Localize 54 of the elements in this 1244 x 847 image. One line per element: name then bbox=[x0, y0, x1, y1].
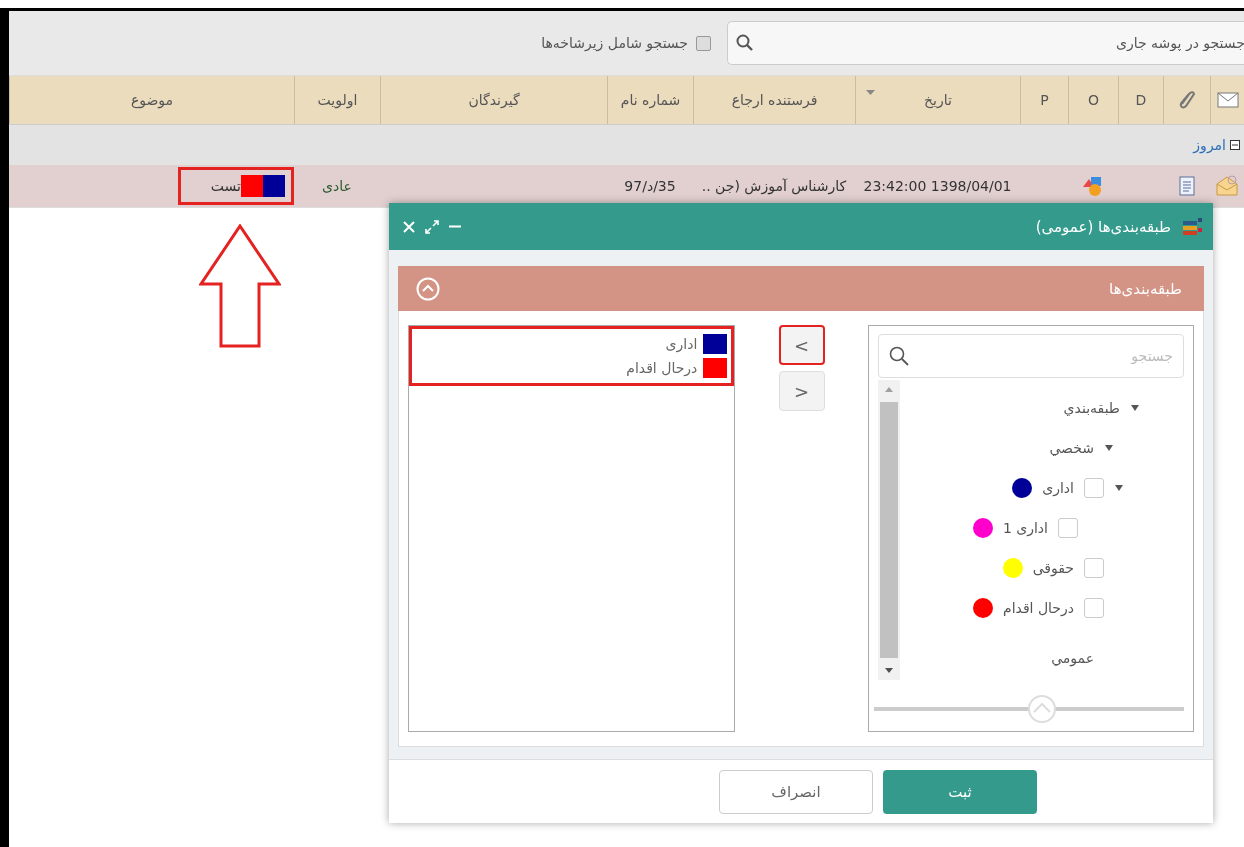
priority-cell: عادی bbox=[322, 178, 352, 194]
paperclip-icon bbox=[1178, 90, 1196, 110]
minimize-icon[interactable] bbox=[449, 225, 461, 228]
column-header[interactable]: O bbox=[1068, 76, 1118, 124]
tree-item-label[interactable]: عمومي bbox=[1051, 650, 1094, 666]
slider-handle-drawing[interactable] bbox=[874, 695, 1184, 723]
search-icon[interactable] bbox=[889, 346, 909, 366]
scrollbar[interactable] bbox=[878, 380, 900, 680]
group-label[interactable]: امروز bbox=[1193, 137, 1226, 153]
tree-item-label[interactable]: اداری bbox=[1042, 480, 1074, 496]
column-header[interactable]: P bbox=[1020, 76, 1068, 124]
search-field[interactable]: جستجو در پوشه جاری bbox=[727, 21, 1244, 65]
column-header[interactable]: اولویت bbox=[294, 76, 380, 124]
selected-item[interactable]: اداری bbox=[665, 336, 698, 352]
envelope-icon bbox=[1216, 92, 1239, 108]
checkbox[interactable] bbox=[1084, 598, 1104, 618]
column-header[interactable]: گیرندگان bbox=[380, 76, 607, 124]
checkbox[interactable] bbox=[1084, 478, 1104, 498]
column-header[interactable]: فرستنده ارجاع bbox=[693, 76, 855, 124]
date-cell: 23:42:00 1398/04/01 bbox=[863, 178, 1012, 194]
collapse-icon[interactable] bbox=[1230, 140, 1240, 150]
move-button[interactable]: < bbox=[778, 325, 825, 365]
caret-icon[interactable] bbox=[1130, 403, 1140, 413]
subject-text: تست bbox=[210, 178, 241, 194]
checkbox-label: جستجو شامل زیرشاخه‌ها bbox=[541, 35, 688, 51]
cancel-button[interactable]: انصراف bbox=[719, 769, 873, 814]
column-header[interactable]: D bbox=[1118, 76, 1163, 124]
checkbox[interactable] bbox=[1084, 558, 1104, 578]
tree-item-label[interactable]: درحال اقدام bbox=[1002, 600, 1074, 616]
tree-item-label[interactable]: اداری 1 bbox=[1002, 520, 1048, 536]
close-icon[interactable] bbox=[403, 220, 415, 233]
checkbox[interactable] bbox=[696, 35, 711, 51]
column-header[interactable]: موضوع bbox=[9, 76, 294, 124]
column-header[interactable]: شماره نام bbox=[607, 76, 693, 124]
tree-item-label[interactable]: طبقه‌بندي bbox=[1063, 400, 1120, 416]
tags-icon bbox=[1181, 215, 1203, 238]
submit-button[interactable]: ثبت bbox=[883, 769, 1037, 814]
tree-item-label[interactable]: حقوقی bbox=[1032, 560, 1074, 576]
caret-icon[interactable] bbox=[1104, 443, 1114, 453]
checkbox[interactable] bbox=[1058, 518, 1078, 538]
selected-item[interactable]: درحال اقدام bbox=[626, 360, 698, 376]
number-cell: 97/د/35 bbox=[624, 178, 676, 194]
tree-item-label[interactable]: شخصي bbox=[1049, 440, 1094, 456]
sort-icon[interactable] bbox=[866, 90, 875, 95]
document-icon[interactable] bbox=[1178, 176, 1195, 196]
search-field[interactable]: جستجو bbox=[878, 334, 1184, 378]
column-header[interactable]: تاریخ bbox=[855, 76, 1020, 124]
caret-icon[interactable] bbox=[1114, 483, 1124, 493]
search-icon[interactable] bbox=[736, 34, 754, 52]
dialog-title: طبقه‌بندی‌ها (عمومی) bbox=[1035, 217, 1171, 236]
move-button[interactable]: > bbox=[778, 371, 825, 411]
sender-cell: کارشناس آموزش (جن .. bbox=[701, 178, 847, 194]
envelope-icon[interactable] bbox=[1215, 175, 1239, 197]
expand-icon[interactable] bbox=[425, 219, 439, 234]
